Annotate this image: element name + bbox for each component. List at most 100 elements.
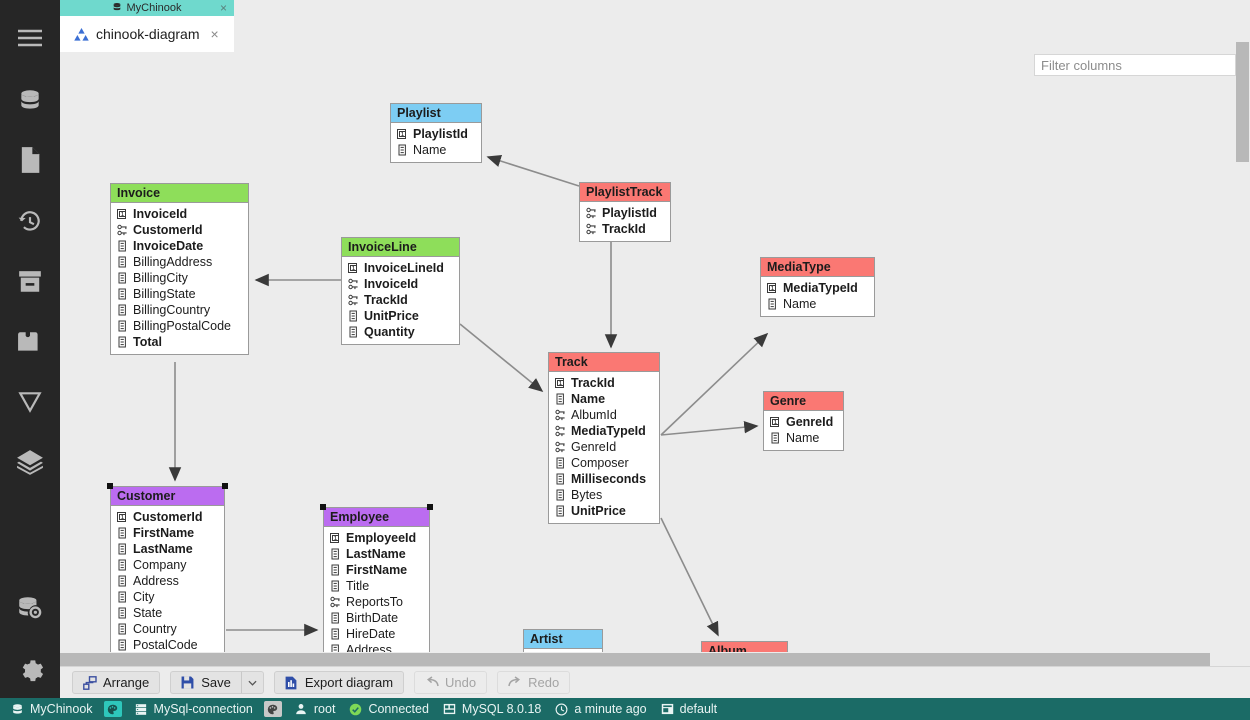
- table-column-row[interactable]: Bytes: [553, 487, 655, 503]
- table-column-row[interactable]: 1 CustomerId: [115, 509, 220, 525]
- table-column-row[interactable]: ReportsTo: [328, 594, 425, 610]
- driver-color-chip[interactable]: [263, 701, 282, 717]
- table-column-row[interactable]: 1 PlaylistId: [395, 126, 477, 142]
- table-column-row[interactable]: BillingCountry: [115, 302, 244, 318]
- table-node-header[interactable]: MediaType: [761, 258, 874, 277]
- connection-color-chip[interactable]: [103, 701, 122, 717]
- table-node[interactable]: Customer 1 CustomerId FirstName LastName Comp…: [110, 486, 225, 658]
- table-column-row[interactable]: 1 EmployeeId: [328, 530, 425, 546]
- table-node[interactable]: Playlist 1 PlaylistId Name: [390, 103, 482, 163]
- table-node-header[interactable]: InvoiceLine: [342, 238, 459, 257]
- table-node[interactable]: Genre 1 GenreId Name: [763, 391, 844, 451]
- table-node-header[interactable]: Track: [549, 353, 659, 372]
- table-column-row[interactable]: 1 InvoiceId: [115, 206, 244, 222]
- layers-icon[interactable]: [0, 432, 60, 492]
- table-node-header[interactable]: Playlist: [391, 104, 481, 123]
- archive-box-icon[interactable]: [0, 252, 60, 312]
- table-column-row[interactable]: HireDate: [328, 626, 425, 642]
- table-node[interactable]: Invoice 1 InvoiceId CustomerId InvoiceDate Bi…: [110, 183, 249, 355]
- table-node[interactable]: PlaylistTrack PlaylistId TrackId: [579, 182, 671, 242]
- table-column-row[interactable]: Company: [115, 557, 220, 573]
- table-column-row[interactable]: MediaTypeId: [553, 423, 655, 439]
- table-node[interactable]: Employee 1 EmployeeId LastName FirstName Titl…: [323, 507, 430, 663]
- table-node-header[interactable]: Employee: [324, 508, 429, 527]
- table-column-row[interactable]: Name: [553, 391, 655, 407]
- table-column-row[interactable]: AlbumId: [553, 407, 655, 423]
- extensions-icon[interactable]: [0, 312, 60, 372]
- filter-funnel-icon[interactable]: [0, 372, 60, 432]
- selection-handle[interactable]: [320, 504, 326, 510]
- selection-handle[interactable]: [222, 483, 228, 489]
- table-column-row[interactable]: Composer: [553, 455, 655, 471]
- document-tab[interactable]: chinook-diagram ×: [60, 16, 234, 52]
- table-column-row[interactable]: InvoiceDate: [115, 238, 244, 254]
- save-split-button[interactable]: Save: [170, 671, 264, 694]
- table-node-header[interactable]: Invoice: [111, 184, 248, 203]
- table-column-row[interactable]: TrackId: [584, 221, 666, 237]
- status-connection[interactable]: MyChinook: [8, 698, 104, 720]
- table-column-row[interactable]: BillingPostalCode: [115, 318, 244, 334]
- table-column-row[interactable]: FirstName: [115, 525, 220, 541]
- redo-button[interactable]: Redo: [497, 671, 571, 694]
- table-node[interactable]: InvoiceLine 1 InvoiceLineId InvoiceId TrackI…: [341, 237, 460, 345]
- table-column-row[interactable]: FirstName: [328, 562, 425, 578]
- selection-handle[interactable]: [107, 483, 113, 489]
- table-column-row[interactable]: 1 GenreId: [768, 414, 839, 430]
- table-column-row[interactable]: Country: [115, 621, 220, 637]
- status-user[interactable]: root: [292, 698, 347, 720]
- export-diagram-button[interactable]: Export diagram: [273, 671, 405, 694]
- table-node-header[interactable]: Artist: [524, 630, 602, 649]
- table-column-row[interactable]: CustomerId: [115, 222, 244, 238]
- table-column-row[interactable]: BillingCity: [115, 270, 244, 286]
- table-column-row[interactable]: LastName: [115, 541, 220, 557]
- filter-columns-input[interactable]: [1034, 54, 1236, 76]
- table-column-row[interactable]: Title: [328, 578, 425, 594]
- table-column-row[interactable]: State: [115, 605, 220, 621]
- table-column-row[interactable]: City: [115, 589, 220, 605]
- table-node[interactable]: Track 1 TrackId Name AlbumId MediaTypeId Genre…: [548, 352, 660, 524]
- undo-button[interactable]: Undo: [414, 671, 488, 694]
- table-column-row[interactable]: TrackId: [346, 292, 455, 308]
- save-dropdown-caret[interactable]: [241, 671, 264, 694]
- table-node-header[interactable]: Genre: [764, 392, 843, 411]
- table-column-row[interactable]: BillingState: [115, 286, 244, 302]
- table-column-row[interactable]: Name: [768, 430, 839, 446]
- table-column-row[interactable]: BirthDate: [328, 610, 425, 626]
- table-column-row[interactable]: Name: [765, 296, 870, 312]
- table-column-row[interactable]: 1 TrackId: [553, 375, 655, 391]
- table-column-row[interactable]: GenreId: [553, 439, 655, 455]
- table-column-row[interactable]: Total: [115, 334, 244, 350]
- status-driver[interactable]: MySql-connection: [132, 698, 264, 720]
- save-button[interactable]: Save: [170, 671, 242, 694]
- table-column-row[interactable]: PostalCode: [115, 637, 220, 653]
- table-column-row[interactable]: InvoiceId: [346, 276, 455, 292]
- table-column-row[interactable]: Milliseconds: [553, 471, 655, 487]
- table-column-row[interactable]: UnitPrice: [346, 308, 455, 324]
- hamburger-menu-icon[interactable]: [0, 8, 60, 68]
- table-column-row[interactable]: 1 MediaTypeId: [765, 280, 870, 296]
- table-column-row[interactable]: LastName: [328, 546, 425, 562]
- table-column-row[interactable]: BillingAddress: [115, 254, 244, 270]
- vertical-scrollbar-thumb[interactable]: [1236, 42, 1249, 162]
- table-column-row[interactable]: Address: [115, 573, 220, 589]
- table-node-header[interactable]: Customer: [111, 487, 224, 506]
- table-column-row[interactable]: Quantity: [346, 324, 455, 340]
- table-node-header[interactable]: PlaylistTrack: [580, 183, 670, 202]
- document-tab-close-icon[interactable]: ×: [211, 26, 219, 42]
- status-schema[interactable]: default: [658, 698, 729, 720]
- horizontal-scrollbar-thumb[interactable]: [60, 653, 1210, 666]
- table-column-row[interactable]: PlaylistId: [584, 205, 666, 221]
- diagram-canvas[interactable]: Playlist 1 PlaylistId Name PlaylistTrack Play…: [60, 52, 1250, 666]
- connection-tab[interactable]: MyChinook ×: [60, 0, 234, 16]
- table-column-row[interactable]: 1 InvoiceLineId: [346, 260, 455, 276]
- settings-gear-icon[interactable]: [0, 638, 60, 698]
- table-node[interactable]: MediaType 1 MediaTypeId Name: [760, 257, 875, 317]
- file-icon[interactable]: [0, 130, 60, 190]
- status-last-refresh[interactable]: a minute ago: [552, 698, 657, 720]
- arrange-button[interactable]: Arrange: [72, 671, 161, 694]
- selection-handle[interactable]: [427, 504, 433, 510]
- history-icon[interactable]: [0, 192, 60, 252]
- table-column-row[interactable]: UnitPrice: [553, 503, 655, 519]
- table-column-row[interactable]: Name: [395, 142, 477, 158]
- database-inspect-icon[interactable]: [0, 578, 60, 638]
